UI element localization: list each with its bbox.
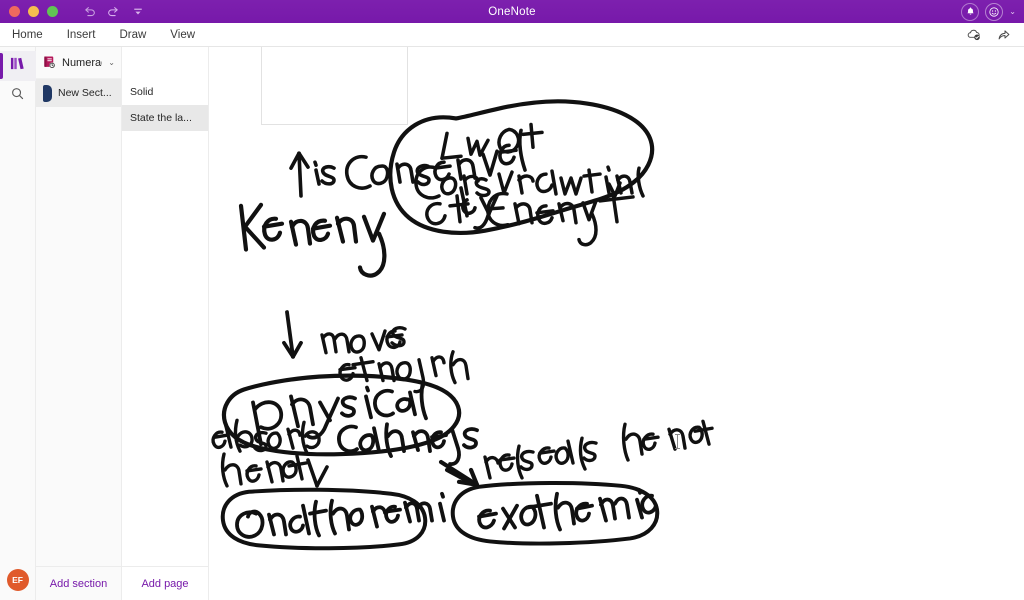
window-title: OneNote <box>488 5 536 18</box>
rail-item-notebooks[interactable] <box>0 51 36 81</box>
share-icon[interactable] <box>996 27 1012 43</box>
tab-draw[interactable]: Draw <box>107 23 158 47</box>
ribbon-bar: Home Insert Draw View <box>0 23 1024 47</box>
pages-footer: Add page <box>122 566 208 600</box>
ink-text-of-energy <box>425 181 635 247</box>
title-bar: OneNote ⌄ <box>0 0 1024 23</box>
page-label: Solid <box>130 86 154 98</box>
app-body: EF Numerade ⌄ <box>0 47 1024 600</box>
notebook-selector[interactable]: Numerade ⌄ <box>36 47 121 79</box>
notebook-name: Numerade <box>62 56 102 69</box>
add-page-button[interactable]: Add page <box>141 578 188 590</box>
notebook-icon <box>42 55 57 70</box>
section-label: New Sect... <box>58 87 112 99</box>
bell-icon[interactable] <box>961 2 980 21</box>
pages-top-spacer <box>122 47 208 79</box>
sections-footer: Add section <box>36 566 121 600</box>
close-window-button[interactable] <box>9 6 20 17</box>
page-item-state-the-law[interactable]: State the la... <box>122 105 208 131</box>
sections-panel: Numerade ⌄ New Sect... Add section <box>36 47 122 600</box>
sidebar-item-section-new-sect[interactable]: New Sect... <box>36 79 121 107</box>
ink-text-changes <box>337 422 479 466</box>
onenote-window: OneNote ⌄ Home Insert Draw View EF Numer… <box>0 0 1024 600</box>
page-item-solid[interactable]: Solid <box>122 79 208 105</box>
arrow-to-exothermic <box>438 459 480 487</box>
tab-home[interactable]: Home <box>0 23 55 47</box>
maximize-window-button[interactable] <box>47 6 58 17</box>
ribbon-right-controls <box>966 27 1024 43</box>
sync-cloud-icon[interactable] <box>966 27 982 43</box>
account-smiley-icon[interactable] <box>985 2 1004 21</box>
ink-text-law-of <box>440 122 544 160</box>
redo-icon[interactable] <box>106 4 121 19</box>
avatar[interactable]: EF <box>6 569 29 591</box>
arrow-to-endothermic <box>306 458 329 488</box>
quick-access-toolbar <box>82 4 145 19</box>
page-canvas[interactable]: Law of Conservation of Energy is conserv… <box>209 47 1024 600</box>
left-rail: EF <box>0 47 36 600</box>
add-section-button[interactable]: Add section <box>50 578 107 590</box>
ink-text-moves-through <box>320 326 470 394</box>
arrow-energy-to-changes <box>282 310 303 359</box>
minimize-window-button[interactable] <box>28 6 39 17</box>
pages-panel: Solid State the la... Add page <box>122 47 209 600</box>
notebooks-icon <box>9 56 26 76</box>
ink-text-energy <box>238 202 387 278</box>
ink-text-release-heat <box>483 419 714 480</box>
ink-text-exothermic <box>477 487 658 532</box>
tab-insert[interactable]: Insert <box>55 23 108 47</box>
page-label: State the la... <box>130 112 192 124</box>
notebook-chevron-down-icon[interactable]: ⌄ <box>108 58 115 67</box>
ink-text-is-conserved-by <box>313 128 527 230</box>
undo-icon[interactable] <box>82 4 97 19</box>
arrow-energy-to-law <box>289 151 310 198</box>
customize-quick-access-icon[interactable] <box>130 4 145 19</box>
title-bar-right-controls: ⌄ <box>961 2 1024 21</box>
search-icon <box>10 86 25 106</box>
ink-drawing <box>211 99 714 551</box>
rail-item-search[interactable] <box>0 81 36 111</box>
traffic-lights <box>0 6 58 17</box>
section-tab-icon <box>43 84 52 102</box>
ribbon-tabs: Home Insert Draw View <box>0 23 207 47</box>
tab-view[interactable]: View <box>158 23 207 47</box>
account-chevron-down-icon[interactable]: ⌄ <box>1009 7 1016 16</box>
